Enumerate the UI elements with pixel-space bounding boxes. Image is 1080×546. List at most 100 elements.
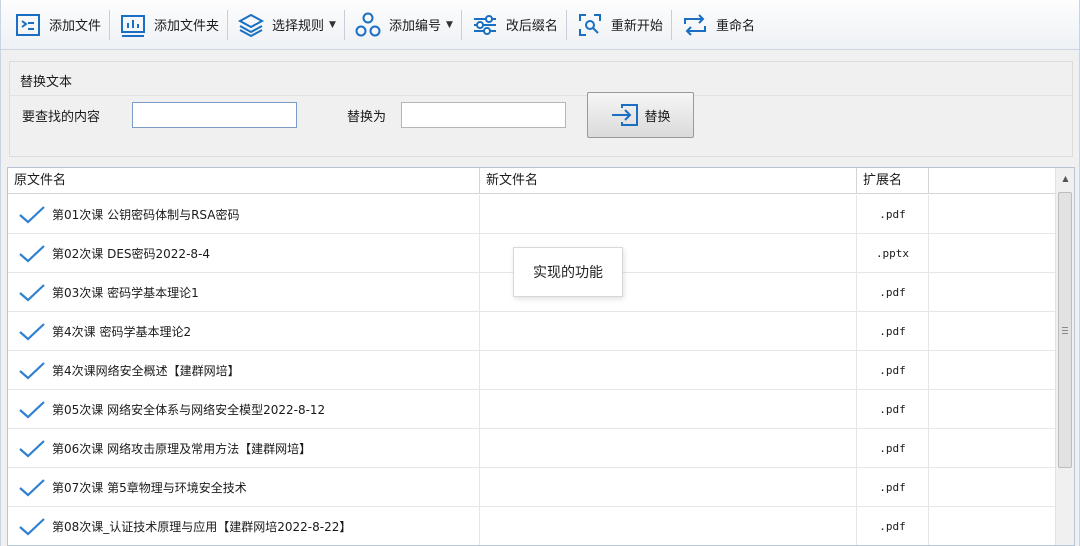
toolbar-separator: [670, 9, 672, 40]
add-numbering-button[interactable]: 添加编号 ▼: [349, 5, 457, 45]
restart-label: 重新开始: [610, 19, 663, 34]
change-extension-label: 改后缀名: [505, 19, 558, 34]
original-name: 第02次课 DES密码2022-8-4: [52, 247, 210, 261]
new-name-cell: [480, 507, 857, 545]
checkmark-icon: [18, 282, 46, 304]
original-name-cell: 第08次课_认证技术原理与应用【建群网培2022-8-22】: [8, 507, 480, 545]
toolbar: 添加文件 添加文件夹 选择规则 ▼ 添加编号 ▼ 改后缀名 重新开始 重命名: [1, 0, 1079, 50]
find-input[interactable]: [132, 102, 297, 128]
add-file-label: 添加文件: [49, 19, 102, 34]
original-name: 第03次课 密码学基本理论1: [52, 286, 199, 300]
checkmark-icon: [18, 321, 46, 343]
original-name-cell: 第4次课 密码学基本理论2: [8, 312, 480, 351]
replace-with-label: 替换为: [347, 110, 387, 125]
empty-cell: [929, 390, 1055, 429]
original-name-cell: 第03次课 密码学基本理论1: [8, 273, 480, 312]
rename-button[interactable]: 重命名: [676, 5, 759, 45]
app-window: 添加文件 添加文件夹 选择规则 ▼ 添加编号 ▼ 改后缀名 重新开始 重命名 替…: [0, 0, 1080, 546]
table-row[interactable]: 第05次课 网络安全体系与网络安全模型2022-8-12 .pdf: [8, 390, 1055, 429]
change-extension-button[interactable]: 改后缀名: [466, 5, 562, 45]
layers-icon: [236, 10, 266, 40]
new-name-cell: [480, 429, 857, 468]
scrollbar-thumb[interactable]: [1058, 192, 1072, 468]
extension-cell: .pdf: [857, 273, 929, 312]
original-name: 第06次课 网络攻击原理及常用方法【建群网培】: [52, 442, 312, 456]
original-name: 第05次课 网络安全体系与网络安全模型2022-8-12: [52, 403, 326, 417]
add-folder-button[interactable]: 添加文件夹: [114, 5, 223, 45]
original-name-cell: 第05次课 网络安全体系与网络安全模型2022-8-12: [8, 390, 480, 429]
empty-cell: [929, 351, 1055, 390]
add-folder-label: 添加文件夹: [154, 19, 220, 34]
column-header-new[interactable]: 新文件名: [480, 168, 857, 194]
add-file-button[interactable]: 添加文件: [9, 5, 105, 45]
replace-text-panel: 替换文本 要查找的内容 替换为 替换: [9, 61, 1073, 157]
replace-button-label: 替换: [644, 109, 671, 125]
add-numbering-label: 添加编号: [388, 19, 441, 34]
toolbar-separator: [565, 9, 567, 40]
add-folder-chart-icon: [118, 10, 148, 40]
original-name: 第08次课_认证技术原理与应用【建群网培2022-8-22】: [52, 520, 352, 534]
table-row[interactable]: 第08次课_认证技术原理与应用【建群网培2022-8-22】 .pdf: [8, 507, 1055, 545]
extension-cell: .pdf: [857, 195, 929, 234]
find-label: 要查找的内容: [22, 110, 101, 125]
column-header-original[interactable]: 原文件名: [8, 168, 480, 194]
extension-cell: .pptx: [857, 234, 929, 273]
add-file-icon: [13, 10, 43, 40]
original-name-cell: 第07次课 第5章物理与环境安全技术: [8, 468, 480, 507]
original-name: 第07次课 第5章物理与环境安全技术: [52, 481, 247, 495]
empty-cell: [929, 234, 1055, 273]
extension-cell: .pdf: [857, 312, 929, 351]
toolbar-separator: [460, 9, 462, 40]
select-rule-label: 选择规则: [272, 19, 325, 34]
table-row[interactable]: 第4次课 密码学基本理论2 .pdf: [8, 312, 1055, 351]
original-name-cell: 第02次课 DES密码2022-8-4: [8, 234, 480, 273]
tooltip: 实现的功能: [513, 247, 623, 297]
chevron-down-icon: ▼: [445, 19, 453, 30]
empty-cell: [929, 195, 1055, 234]
original-name-cell: 第01次课 公钥密码体制与RSA密码: [8, 195, 480, 234]
checkmark-icon: [18, 399, 46, 421]
file-table: 原文件名 新文件名 扩展名 第01次课 公钥密码体制与RSA密码 .pdf 第02次…: [7, 167, 1075, 546]
column-header-empty: [929, 168, 1055, 194]
checkmark-icon: [18, 360, 46, 382]
new-name-cell: [480, 390, 857, 429]
table-row[interactable]: 第01次课 公钥密码体制与RSA密码 .pdf: [8, 195, 1055, 234]
table-row[interactable]: 第06次课 网络攻击原理及常用方法【建群网培】 .pdf: [8, 429, 1055, 468]
extension-cell: .pdf: [857, 429, 929, 468]
column-header-extension[interactable]: 扩展名: [857, 168, 929, 194]
rename-arrows-icon: [680, 10, 710, 40]
toolbar-separator: [227, 9, 229, 40]
panel-title: 替换文本: [20, 75, 73, 90]
checkmark-icon: [18, 243, 46, 265]
empty-cell: [929, 468, 1055, 507]
sliders-icon: [470, 10, 500, 40]
select-rule-button[interactable]: 选择规则 ▼: [232, 5, 340, 45]
scroll-up-arrow-icon[interactable]: ▲: [1056, 168, 1074, 188]
empty-cell: [929, 273, 1055, 312]
restart-button[interactable]: 重新开始: [571, 5, 667, 45]
replace-input[interactable]: [401, 102, 566, 128]
restart-scan-icon: [575, 10, 605, 40]
new-name-cell: [480, 351, 857, 390]
divider: [10, 95, 1072, 96]
new-name-cell: [480, 468, 857, 507]
empty-cell: [929, 429, 1055, 468]
replace-arrow-icon: [610, 103, 640, 127]
extension-cell: .pdf: [857, 390, 929, 429]
new-name-cell: [480, 312, 857, 351]
grip-icon: [1062, 326, 1068, 334]
toolbar-separator: [109, 9, 111, 40]
chevron-down-icon: ▼: [329, 19, 336, 30]
numbering-icon: [353, 10, 383, 40]
table-row[interactable]: 第4次课网络安全概述【建群网培】 .pdf: [8, 351, 1055, 390]
table-row[interactable]: 第07次课 第5章物理与环境安全技术 .pdf: [8, 468, 1055, 507]
checkmark-icon: [18, 477, 46, 499]
checkmark-icon: [18, 516, 46, 538]
replace-button[interactable]: 替换: [587, 92, 694, 138]
checkmark-icon: [18, 438, 46, 460]
original-name: 第01次课 公钥密码体制与RSA密码: [52, 208, 240, 222]
extension-cell: .pdf: [857, 351, 929, 390]
checkmark-icon: [18, 204, 46, 226]
vertical-scrollbar[interactable]: ▲: [1055, 168, 1074, 545]
new-name-cell: [480, 195, 857, 234]
